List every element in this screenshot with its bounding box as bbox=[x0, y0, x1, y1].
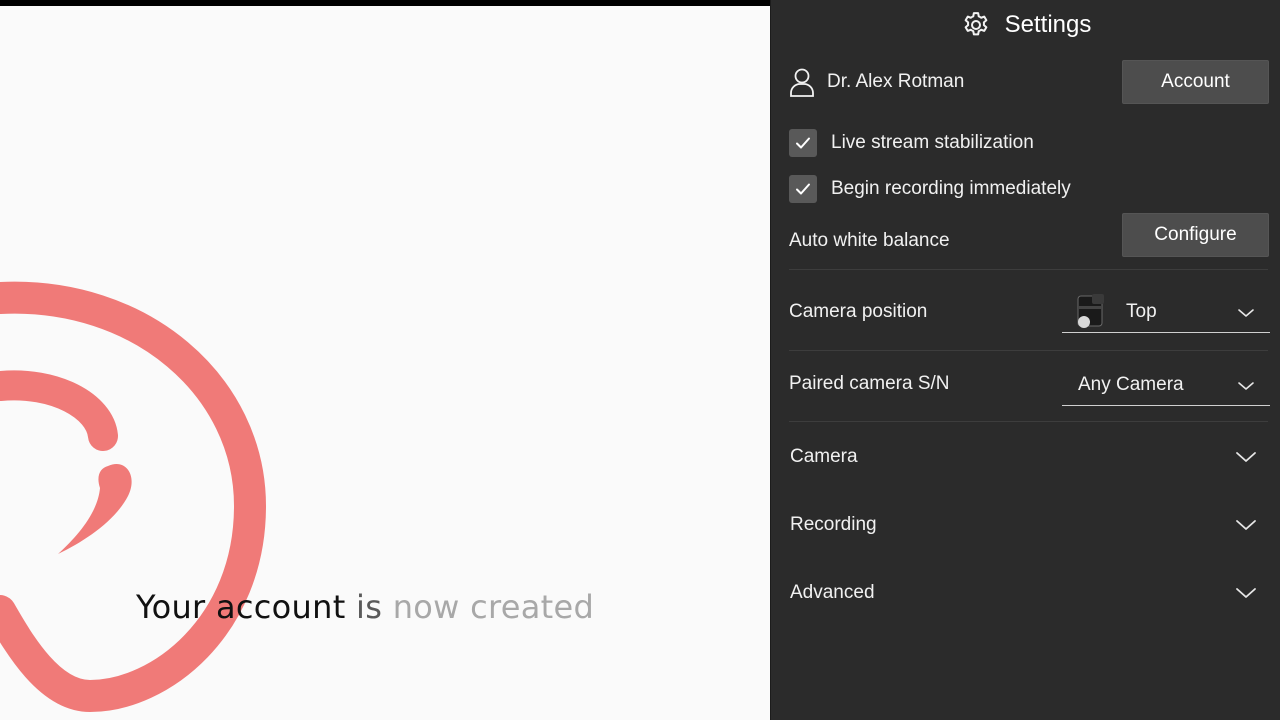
camera-position-select[interactable]: Top bbox=[1062, 291, 1270, 333]
divider bbox=[789, 350, 1268, 351]
section-recording[interactable]: Recording bbox=[790, 503, 1258, 547]
chevron-down-icon bbox=[1236, 588, 1256, 598]
account-created-caption: Your account is now created bbox=[136, 588, 594, 626]
caption-part-2: is bbox=[345, 588, 383, 626]
section-advanced[interactable]: Advanced bbox=[790, 571, 1258, 615]
settings-panel: Settings Dr. Alex Rotman Account Live st… bbox=[770, 0, 1280, 720]
begin-recording-option[interactable]: Begin recording immediately bbox=[789, 174, 1268, 204]
live-stream-stabilization-option[interactable]: Live stream stabilization bbox=[789, 128, 1268, 158]
begin-recording-label: Begin recording immediately bbox=[831, 178, 1071, 199]
section-advanced-label: Advanced bbox=[790, 582, 875, 603]
section-camera-label: Camera bbox=[790, 446, 858, 467]
chevron-down-icon bbox=[1236, 452, 1256, 462]
begin-recording-checkbox[interactable] bbox=[789, 175, 817, 203]
chevron-down-icon bbox=[1236, 520, 1256, 530]
section-recording-label: Recording bbox=[790, 514, 877, 535]
chevron-down-icon bbox=[1238, 382, 1254, 390]
configure-button[interactable]: Configure bbox=[1122, 213, 1269, 257]
checkmark-icon bbox=[796, 137, 810, 149]
section-camera[interactable]: Camera bbox=[790, 435, 1258, 479]
divider bbox=[789, 269, 1268, 270]
paired-camera-label: Paired camera S/N bbox=[789, 373, 950, 394]
camera-thumbnail-icon bbox=[1077, 293, 1104, 328]
caption-part-3: now created bbox=[382, 588, 595, 626]
camera-position-value: Top bbox=[1126, 300, 1157, 322]
onboarding-stage: Your account is now created bbox=[0, 6, 770, 720]
divider bbox=[789, 421, 1268, 422]
account-button[interactable]: Account bbox=[1122, 60, 1269, 104]
live-stream-stabilization-label: Live stream stabilization bbox=[831, 132, 1034, 153]
checkmark-icon bbox=[796, 183, 810, 195]
settings-title: Settings bbox=[1004, 11, 1092, 38]
settings-header: Settings bbox=[771, 0, 1280, 50]
user-icon bbox=[790, 68, 814, 97]
caption-part-1: Your account bbox=[136, 588, 346, 626]
paired-camera-select[interactable]: Any Camera bbox=[1062, 364, 1270, 406]
chevron-down-icon bbox=[1238, 309, 1254, 317]
white-balance-label: Auto white balance bbox=[789, 230, 950, 251]
user-name: Dr. Alex Rotman bbox=[827, 71, 965, 92]
camera-position-label: Camera position bbox=[789, 301, 928, 322]
live-stream-stabilization-checkbox[interactable] bbox=[789, 129, 817, 157]
paired-camera-value: Any Camera bbox=[1078, 373, 1184, 395]
gear-icon bbox=[964, 12, 988, 36]
